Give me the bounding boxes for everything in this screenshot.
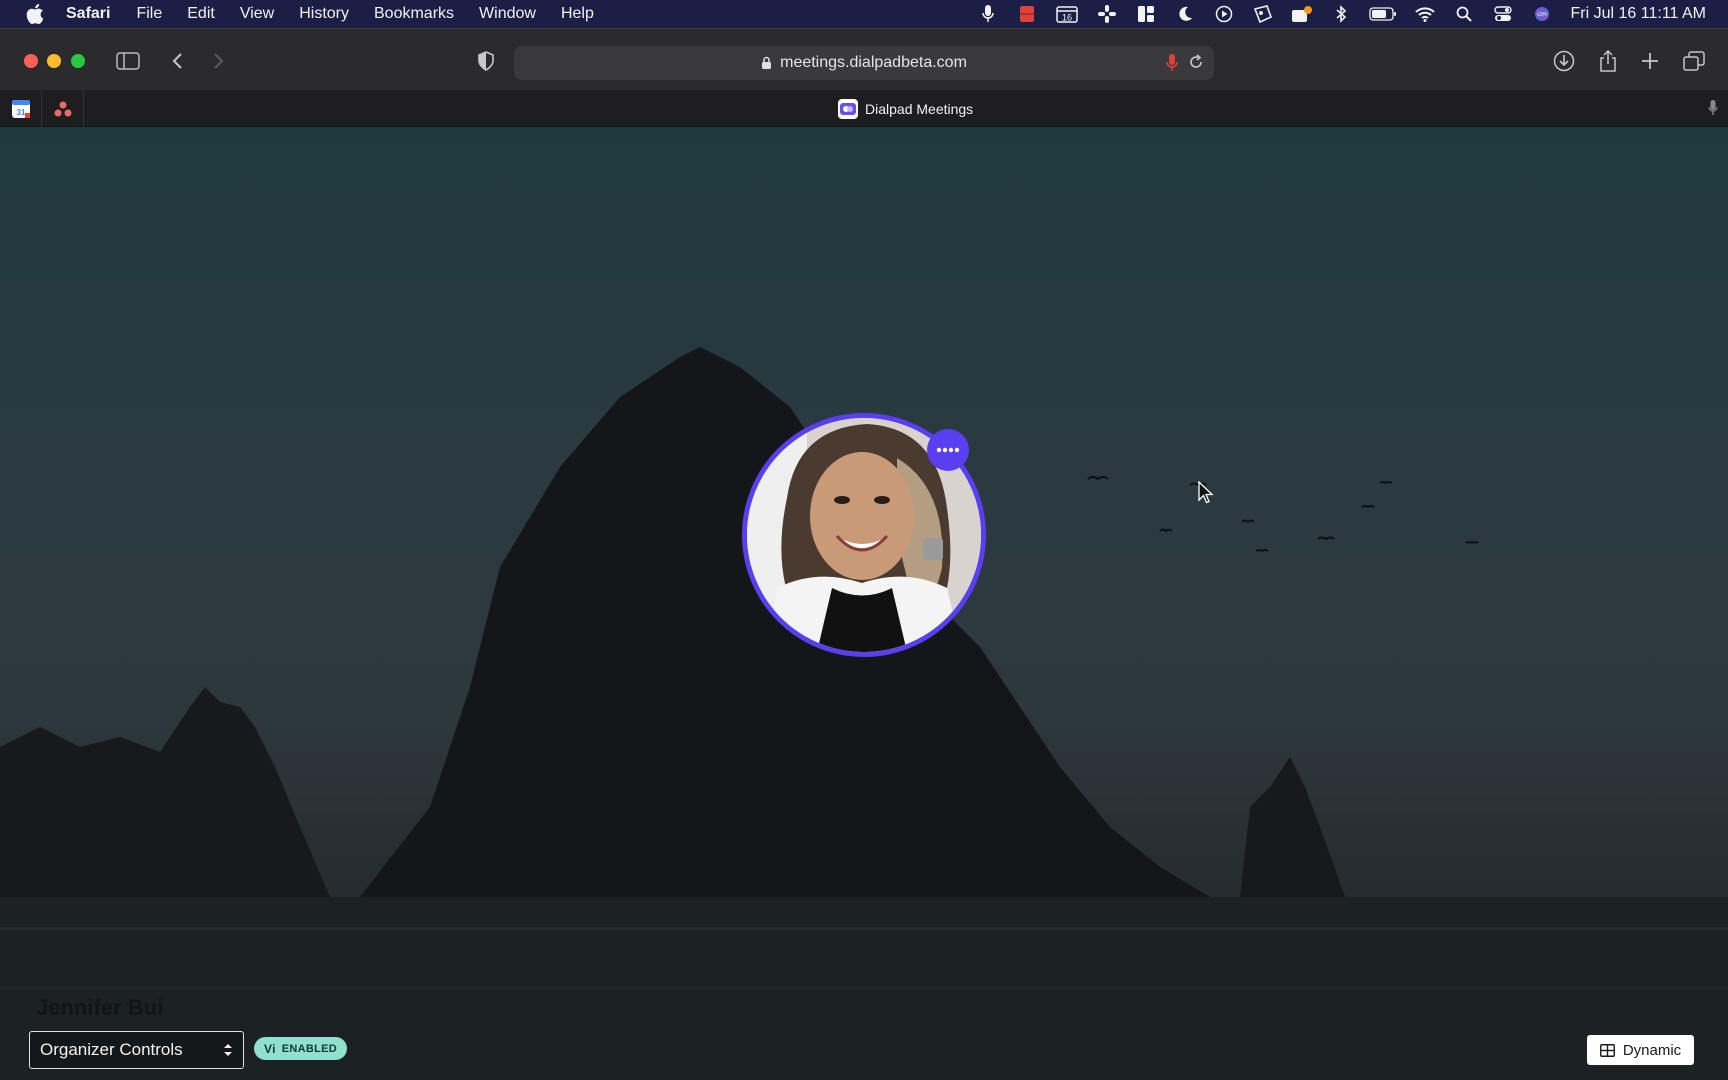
menu-history[interactable]: History	[299, 5, 349, 23]
layout-dynamic-button[interactable]: Dynamic	[1587, 1035, 1694, 1065]
menu-bookmarks[interactable]: Bookmarks	[374, 5, 454, 23]
wifi-icon[interactable]	[1414, 4, 1436, 24]
play-circle-icon[interactable]	[1213, 4, 1235, 24]
macos-menu-bar: Safari File Edit View History Bookmarks …	[0, 0, 1728, 28]
menu-safari[interactable]: Safari	[66, 5, 110, 23]
vi-badge-prefix: Vi	[264, 1041, 276, 1056]
menu-bar-status-area: 16 Fri Jul 16 11:11 AM	[960, 0, 1706, 28]
organizer-controls-select[interactable]: Organizer Controls	[29, 1031, 244, 1069]
asana-icon	[54, 101, 71, 116]
calendar-day-text: 16	[1062, 13, 1072, 23]
recording-indicator-icon[interactable]	[1016, 4, 1038, 24]
tab-audio-microphone-icon[interactable]	[1708, 100, 1718, 121]
minimize-window-button[interactable]	[47, 54, 61, 68]
control-center-icon[interactable]	[1492, 4, 1514, 24]
privacy-shield-icon[interactable]	[472, 47, 500, 75]
bluetooth-icon[interactable]	[1330, 4, 1352, 24]
calendar-icon[interactable]: 16	[1055, 4, 1079, 24]
share-extension-icon[interactable]	[1252, 4, 1274, 24]
participant-more-options-button[interactable]	[927, 429, 969, 471]
lock-icon	[762, 56, 772, 69]
pinned-tab-asana[interactable]	[42, 90, 84, 127]
back-chevron-icon[interactable]	[163, 47, 191, 75]
zoom-window-button[interactable]	[71, 54, 85, 68]
participant-name-label: Jennifer Bui	[36, 995, 164, 1020]
slack-icon[interactable]	[1096, 4, 1118, 24]
window-layout-icon[interactable]	[1135, 4, 1157, 24]
forward-chevron-icon[interactable]	[205, 47, 233, 75]
spotlight-search-icon[interactable]	[1453, 4, 1475, 24]
vi-enabled-badge[interactable]: Vi ENABLED	[254, 1037, 348, 1060]
do-not-disturb-moon-icon[interactable]	[1174, 4, 1196, 24]
google-calendar-icon: 31	[11, 99, 30, 118]
tab-bar: 31 Dialpad Meetings	[0, 90, 1728, 127]
active-tab-title: Dialpad Meetings	[865, 100, 974, 117]
notification-center-icon[interactable]	[1291, 4, 1313, 24]
layout-button-label: Dynamic	[1622, 1041, 1682, 1059]
apple-menu-icon[interactable]	[24, 3, 46, 25]
menu-file[interactable]: File	[136, 5, 162, 23]
grid-layout-icon	[1599, 1043, 1615, 1057]
tab-overview-icon[interactable]	[1680, 47, 1708, 75]
dialpad-favicon-icon	[838, 98, 858, 119]
microphone-icon[interactable]	[977, 4, 999, 24]
battery-icon[interactable]	[1368, 4, 1397, 24]
new-tab-plus-icon[interactable]	[1636, 47, 1664, 75]
menu-view[interactable]: View	[240, 5, 274, 23]
birds-graphic	[1087, 476, 1479, 553]
organizer-controls-label: Organizer Controls	[40, 1040, 183, 1059]
reload-icon[interactable]	[1188, 54, 1204, 75]
mouse-cursor-icon	[1198, 480, 1214, 510]
menu-window[interactable]: Window	[479, 5, 536, 23]
address-url: meetings.dialpadbeta.com	[780, 54, 967, 71]
menu-help[interactable]: Help	[561, 5, 594, 23]
meeting-stage: Jennifer Bui Organizer Controls Vi ENABL…	[0, 127, 1728, 1080]
tab-dialpad-meetings[interactable]: Dialpad Meetings	[838, 90, 973, 127]
menu-edit[interactable]: Edit	[187, 5, 215, 23]
sidebar-toggle-icon[interactable]	[114, 47, 142, 75]
browser-toolbar: meetings.dialpadbeta.com	[0, 28, 1728, 90]
address-microphone-icon[interactable]	[1166, 54, 1178, 77]
select-updown-chevron-icon	[223, 1041, 233, 1064]
downloads-icon[interactable]	[1550, 47, 1578, 75]
pinned-tab-google-calendar[interactable]: 31	[0, 90, 42, 127]
more-dots-icon	[936, 447, 960, 453]
siri-icon[interactable]	[1531, 4, 1553, 24]
menu-bar-clock[interactable]: Fri Jul 16 11:11 AM	[1571, 5, 1706, 23]
address-bar[interactable]: meetings.dialpadbeta.com	[514, 46, 1214, 80]
close-window-button[interactable]	[24, 54, 38, 68]
vi-badge-label: ENABLED	[281, 1042, 338, 1055]
share-icon[interactable]	[1594, 47, 1622, 75]
calendar-favicon-day: 31	[16, 108, 25, 117]
